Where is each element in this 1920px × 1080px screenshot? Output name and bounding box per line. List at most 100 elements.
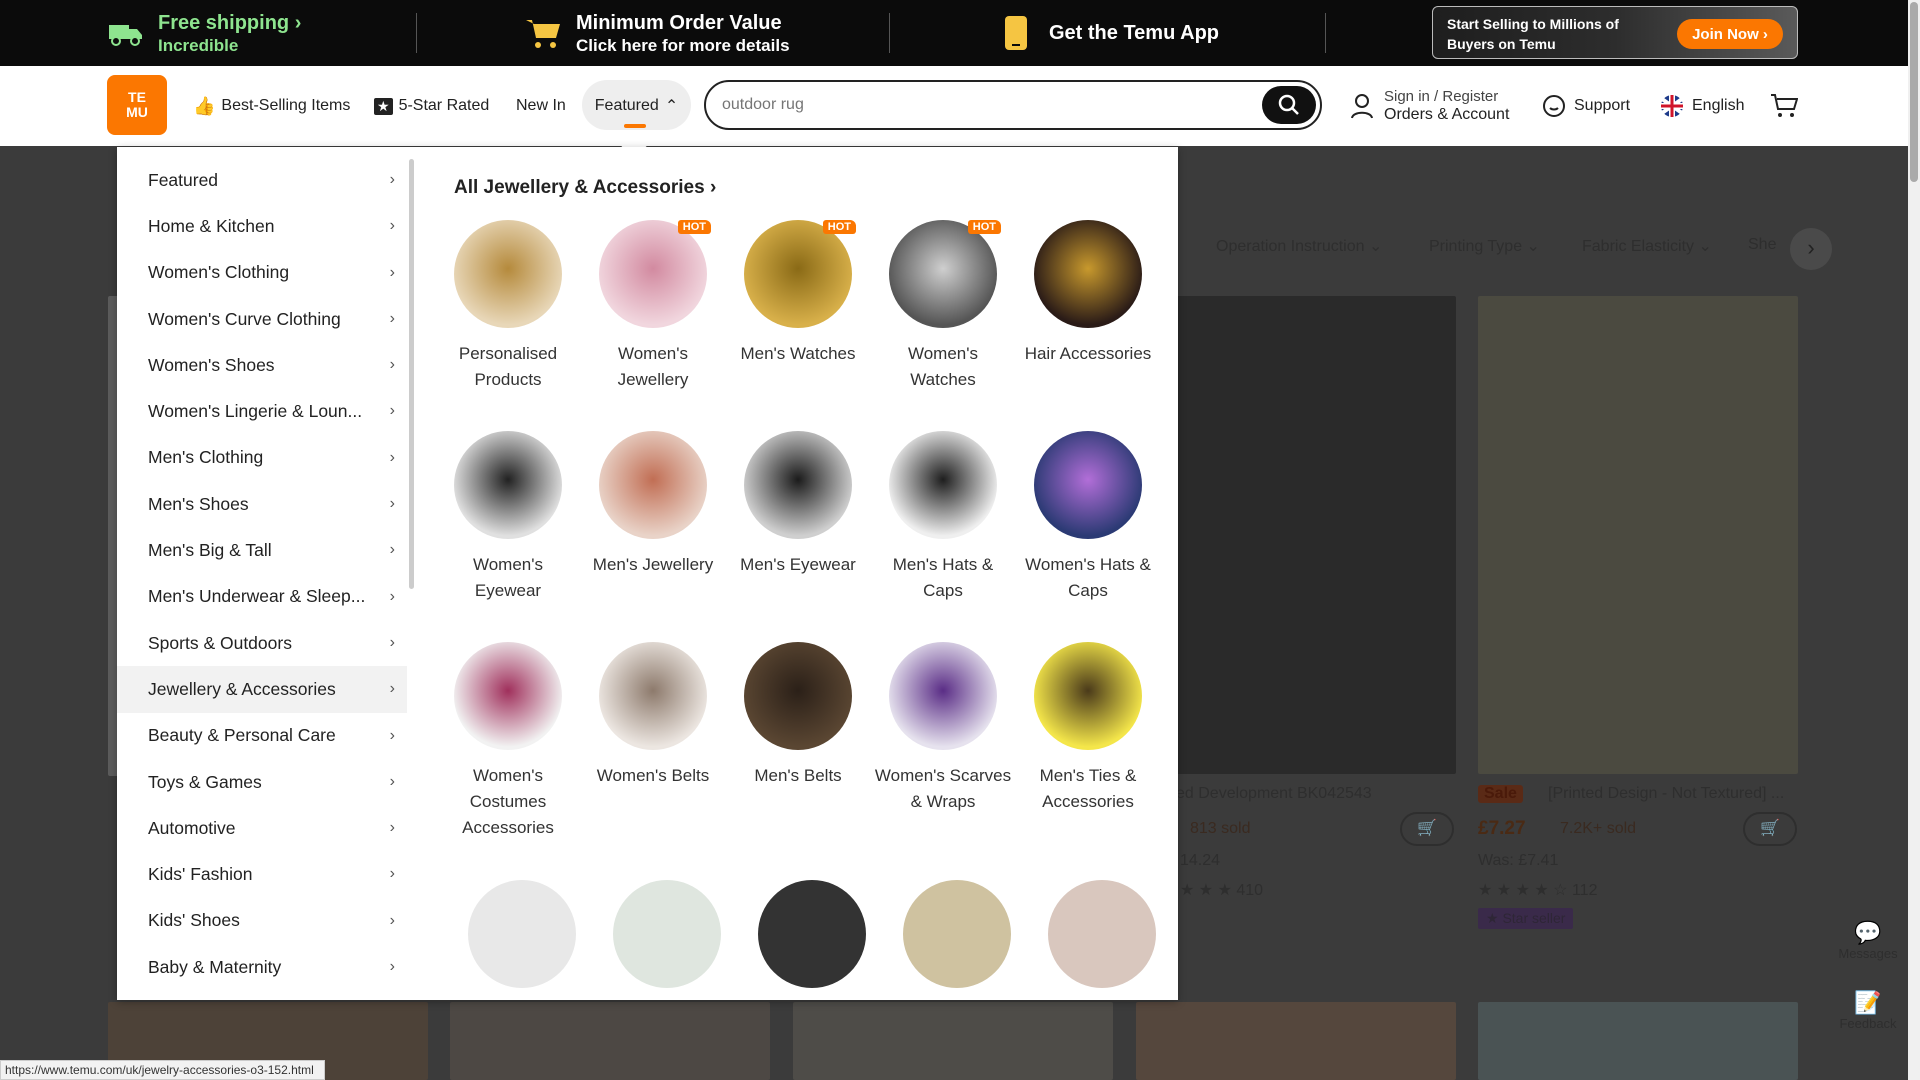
get-app-banner[interactable]: Get the Temu App (1003, 0, 1219, 66)
rating-stars: ★ ★ ★ (1180, 882, 1237, 899)
subcategory-item[interactable]: Women's Belts (583, 642, 723, 789)
review-count: 112 (1571, 882, 1598, 899)
filter-printing-type[interactable]: Printing Type ⌄ (1429, 236, 1540, 256)
review-count: 410 (1236, 882, 1264, 899)
feedback-button[interactable]: 📝 Feedback (1832, 990, 1904, 1031)
subcategory-image: HOT (889, 220, 1001, 328)
orders-account-label: Orders & Account (1384, 106, 1510, 123)
search-button[interactable] (1262, 86, 1316, 124)
category-item[interactable]: Toys & Games › (117, 759, 407, 805)
free-shipping-banner[interactable]: Free shipping › Incredible (108, 0, 301, 66)
add-to-cart-button[interactable]: 🛒 (1400, 812, 1454, 846)
chevron-right-icon: › (389, 171, 395, 188)
subcategory-label: Men's Jewellery (592, 555, 714, 574)
subcategory-image[interactable] (613, 880, 721, 988)
scrollbar-thumb[interactable] (1910, 2, 1918, 182)
product-card[interactable] (1478, 1002, 1798, 1080)
free-shipping-title: Free shipping (158, 12, 290, 34)
product-image-dress-patchwork[interactable] (1478, 296, 1798, 774)
product-image-dress-black[interactable] (1136, 296, 1456, 774)
filter-label: Operation Instruction (1216, 238, 1365, 255)
search-input[interactable] (722, 93, 1242, 117)
nav-best-label: Best-Selling Items (221, 97, 351, 114)
subcategory-item[interactable]: Women's Scarves & Wraps (873, 642, 1013, 815)
category-scrollbar[interactable] (409, 159, 414, 589)
product-card[interactable] (450, 1002, 770, 1080)
subcategory-item[interactable]: Men's Ties & Accessories (1018, 642, 1158, 815)
divider (1325, 13, 1326, 53)
subcategory-image[interactable] (468, 880, 576, 988)
chevron-right-icon: › (389, 217, 395, 235)
subcategory-image[interactable] (903, 880, 1011, 988)
filter-fabric-elasticity[interactable]: Fabric Elasticity ⌄ (1582, 236, 1712, 256)
support-link[interactable]: Support (1542, 66, 1630, 146)
subcategory-image[interactable] (758, 880, 866, 988)
subcategory-item[interactable]: Women's Hats & Caps (1018, 431, 1158, 604)
subcategory-label: Women's Jewellery (617, 344, 689, 389)
category-label: Men's Clothing (148, 447, 264, 468)
subcategory-label: Women's Costumes Accessories (462, 766, 554, 837)
subcategory-item[interactable]: Men's Hats & Caps (873, 431, 1013, 604)
search-bar[interactable] (704, 80, 1322, 130)
seller-promo[interactable]: Start Selling to Millions of Buyers on Te… (1432, 6, 1798, 59)
category-item[interactable]: Featured › (117, 157, 407, 203)
product-card[interactable] (793, 1002, 1113, 1080)
language-selector[interactable]: English (1660, 66, 1744, 146)
status-bar-url: https://www.temu.com/uk/jewelry-accessor… (0, 1060, 325, 1080)
nav-best-selling[interactable]: 👍 Best-Selling Items (193, 66, 350, 146)
subcategory-item[interactable]: Women's Costumes Accessories (438, 642, 578, 841)
subcategory-item[interactable]: Men's Eyewear (728, 431, 868, 578)
messages-button[interactable]: 💬 Messages (1832, 920, 1904, 961)
category-item[interactable]: Women's Curve Clothing › (117, 296, 407, 342)
language-label: English (1692, 97, 1745, 114)
category-item[interactable]: Women's Lingerie & Loun... › (117, 388, 407, 434)
subcategory-item[interactable]: Hair Accessories (1018, 220, 1158, 367)
category-item[interactable]: Women's Clothing › (117, 250, 407, 296)
category-item[interactable]: Women's Shoes › (117, 342, 407, 388)
category-item[interactable]: Kids' Fashion › (117, 851, 407, 897)
category-item[interactable]: Men's Underwear & Sleep... › (117, 574, 407, 620)
category-item[interactable]: Baby & Maternity › (117, 944, 407, 990)
product-title[interactable]: ed Development BK042543 (1176, 785, 1372, 803)
nav-five-star[interactable]: ★ 5-Star Rated (374, 66, 489, 146)
panel-title[interactable]: All Jewellery & Accessories › (454, 177, 716, 199)
category-item[interactable]: Kids' Shoes › (117, 898, 407, 944)
top-promo-bar: Free shipping › Incredible Minimum Order… (0, 0, 1920, 66)
minimum-order-banner[interactable]: Minimum Order Value Click here for more … (524, 0, 790, 66)
category-item[interactable]: Men's Big & Tall › (117, 527, 407, 573)
temu-logo[interactable]: TE MU (107, 75, 167, 135)
subcategory-item[interactable]: Personalised Products (438, 220, 578, 393)
category-item[interactable]: Home & Kitchen › (117, 203, 407, 249)
subcategory-item[interactable]: Men's Belts (728, 642, 868, 789)
filter-operation-instruction[interactable]: Operation Instruction ⌄ (1216, 236, 1382, 256)
subcategory-item[interactable]: HOT Women's Jewellery (583, 220, 723, 393)
filter-next-button[interactable]: › (1790, 228, 1832, 270)
nav-new-in[interactable]: New In (516, 66, 566, 146)
category-item[interactable]: Jewellery & Accessories › (117, 666, 407, 713)
chevron-right-icon: › (389, 263, 395, 281)
account-menu[interactable]: Sign in / Register Orders & Account (1350, 66, 1509, 146)
subcategory-image (599, 431, 707, 539)
nav-featured[interactable]: Featured ⌃ (582, 66, 691, 146)
product-card[interactable] (1136, 1002, 1456, 1080)
subcategory-label: Men's Belts (754, 766, 842, 785)
subcategory-item[interactable]: HOT Women's Watches (873, 220, 1013, 393)
join-now-button[interactable]: Join Now › (1677, 19, 1783, 49)
product-title[interactable]: [Printed Design - Not Textured] ... (1548, 785, 1784, 803)
filter-she[interactable]: She (1748, 236, 1776, 254)
page-scrollbar[interactable] (1908, 0, 1920, 1080)
add-to-cart-button[interactable]: 🛒 (1743, 812, 1797, 846)
cart-button[interactable] (1770, 66, 1798, 146)
subcategory-label: Personalised Products (458, 344, 558, 389)
subcategory-item[interactable]: Women's Eyewear (438, 431, 578, 604)
category-item[interactable]: Beauty & Personal Care › (117, 713, 407, 759)
subcategory-item[interactable]: Men's Jewellery (583, 431, 723, 578)
subcategory-image (454, 642, 562, 750)
subcategory-item[interactable]: HOT Men's Watches (728, 220, 868, 367)
category-item[interactable]: Men's Shoes › (117, 481, 407, 527)
category-item[interactable]: Men's Clothing › (117, 435, 407, 481)
category-item[interactable]: Sports & Outdoors › (117, 620, 407, 666)
subcategory-image[interactable] (1048, 880, 1156, 988)
chevron-right-icon: › (389, 587, 395, 605)
category-item[interactable]: Automotive › (117, 805, 407, 851)
